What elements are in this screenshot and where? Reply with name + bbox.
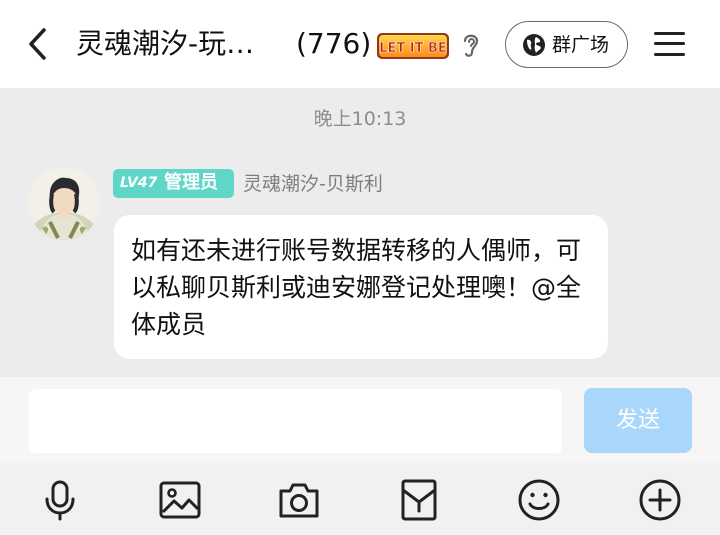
- message-bubble[interactable]: 如有还未进行账号数据转移的人偶师，可以私聊贝斯利或迪安娜登记处理噢！@全体成员: [114, 215, 608, 359]
- microphone-icon[interactable]: [38, 478, 82, 522]
- message-timestamp: 晚上10:13: [313, 108, 407, 130]
- send-button[interactable]: 发送: [584, 388, 692, 453]
- hamburger-menu-icon[interactable]: [654, 30, 686, 58]
- member-count: (776): [296, 27, 372, 60]
- message-text: 如有还未进行账号数据转移的人偶师，可以私聊贝斯利或迪安娜登记处理噢！@全体成员: [131, 236, 582, 339]
- input-bar: 发送: [0, 377, 720, 463]
- ear-icon[interactable]: [460, 30, 482, 60]
- group-square-button[interactable]: 群广场: [505, 21, 628, 68]
- group-title[interactable]: 灵魂潮汐-玩…: [76, 24, 254, 64]
- bottom-toolbar: [0, 463, 720, 535]
- level-role-badge: LV47 管理员: [113, 169, 234, 198]
- camera-icon[interactable]: [277, 478, 321, 522]
- message-input[interactable]: [29, 389, 562, 453]
- red-packet-icon[interactable]: [397, 478, 441, 522]
- avatar[interactable]: [28, 168, 100, 240]
- role-label: 管理员: [164, 172, 218, 193]
- level-label: LV47: [120, 175, 158, 191]
- let-it-be-badge: LET IT BE: [377, 33, 449, 59]
- globe-icon: [523, 34, 545, 56]
- plus-icon[interactable]: [638, 478, 682, 522]
- group-square-label: 群广场: [552, 34, 610, 56]
- chat-header: 灵魂潮汐-玩… (776) LET IT BE 群广场: [0, 0, 720, 88]
- chevron-left-icon[interactable]: [22, 24, 54, 64]
- svg-text:LET IT BE: LET IT BE: [379, 41, 447, 56]
- emoji-icon[interactable]: [517, 478, 561, 522]
- sender-name[interactable]: 灵魂潮汐-贝斯利: [243, 170, 383, 198]
- image-icon[interactable]: [158, 478, 202, 522]
